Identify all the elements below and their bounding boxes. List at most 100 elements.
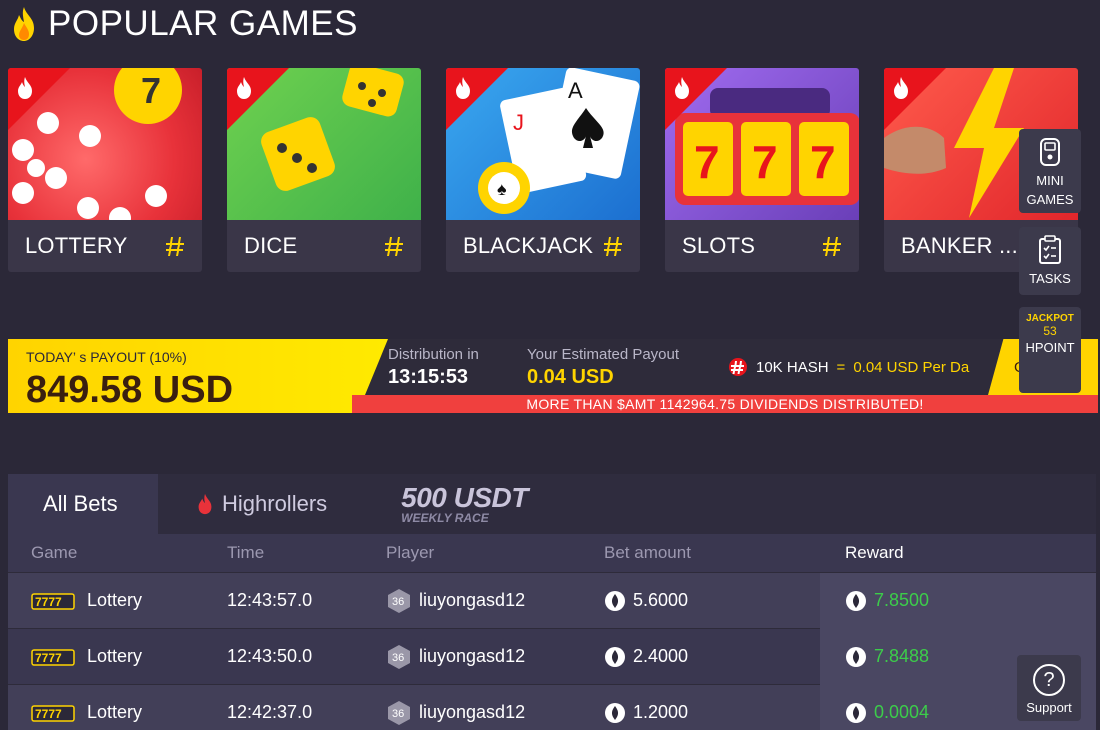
column-header-bet: Bet amount [604, 543, 691, 562]
level-badge-icon: 36 [388, 588, 410, 613]
jackpot-badge: JACKPOT [1026, 313, 1074, 324]
dividends-ribbon: MORE THAN $AMT 1142964.75 DIVIDENDS DIST… [352, 395, 1098, 413]
distribution-countdown: 13:15:53 [388, 366, 469, 388]
game-name: Lottery [87, 590, 143, 610]
coin-icon [605, 646, 625, 667]
lottery-777-icon: 7777 [31, 592, 75, 610]
tab-highrollers[interactable]: Highrollers [158, 474, 327, 534]
bet-amount: 2.4000 [633, 646, 689, 666]
coin-icon [846, 702, 866, 723]
game-label: BLACKJACK [463, 233, 594, 258]
player-name[interactable]: liuyongasd12 [419, 646, 525, 667]
coin-icon [846, 590, 866, 611]
coin-icon [846, 646, 866, 667]
flame-icon [198, 493, 212, 515]
table-body: 7777 Lottery 12:43:57.0 36 liuyongasd12 5.… [8, 572, 1096, 730]
todays-payout-label: TODAY’ s PAYOUT (10%) [26, 349, 187, 365]
level-badge-icon: 36 [388, 700, 410, 725]
race-prize: 500 USDT [401, 482, 528, 513]
player-name[interactable]: liuyongasd12 [419, 702, 525, 723]
hpoint-label: HPOINT [1025, 340, 1075, 355]
game-name: Lottery [87, 702, 143, 722]
table-row[interactable]: 7777 Lottery 12:43:50.0 36 liuyongasd12 2.… [8, 628, 1096, 685]
game-name: Lottery [87, 646, 143, 666]
section-header: POPULAR GAMES [10, 4, 358, 44]
checklist-icon [1039, 235, 1061, 264]
hpoint-button[interactable]: JACKPOT 53 HPOINT [1019, 307, 1081, 393]
reward-value: 0.0004 [874, 702, 930, 722]
svg-text:7: 7 [810, 136, 836, 188]
svg-text:A: A [568, 78, 583, 103]
tab-all-bets[interactable]: All Bets [8, 474, 158, 534]
game-list: 7 LOTTERY DICE J A ♠ BLACKJACK 7 7 7 SLO… [8, 68, 1078, 272]
table-row[interactable]: 7777 Lottery 12:43:57.0 36 liuyongasd12 5.… [8, 572, 1096, 629]
hot-flame-icon [237, 77, 251, 99]
svg-text:7777: 7777 [35, 651, 62, 665]
blackjack-art: J A ♠ [446, 68, 640, 220]
dice-art [227, 68, 421, 220]
tasks-button[interactable]: TASKS [1019, 227, 1081, 295]
hot-flame-icon [894, 77, 908, 99]
mini-games-label-1: MINI [1036, 173, 1064, 188]
lottery-art: 7 [8, 68, 202, 220]
support-label: Support [1026, 700, 1072, 715]
svg-text:7: 7 [752, 136, 778, 188]
hash-badge-icon [823, 237, 841, 256]
table-row[interactable]: 7777 Lottery 12:42:37.0 36 liuyongasd12 1.… [8, 684, 1096, 730]
coin-icon [605, 702, 625, 723]
game-label: BANKER ... [901, 233, 1018, 258]
bet-amount: 5.6000 [633, 590, 689, 610]
game-card-slots[interactable]: 7 7 7 SLOTS [665, 68, 859, 272]
game-label: LOTTERY [25, 233, 128, 258]
column-header-time: Time [227, 543, 265, 562]
svg-text:36: 36 [392, 596, 404, 608]
flame-icon [14, 7, 34, 41]
weekly-race-banner[interactable]: 500 USDT WEEKLY RACE [401, 482, 528, 525]
hash-token-icon [729, 358, 747, 376]
player-name[interactable]: liuyongasd12 [419, 590, 525, 611]
game-card-lottery[interactable]: 7 LOTTERY [8, 68, 202, 272]
bets-panel: All Bets Highrollers 500 USDT WEEKLY RAC… [8, 474, 1096, 730]
slots-art: 7 7 7 [665, 68, 859, 220]
hash-equals: = [836, 358, 846, 376]
level-badge-icon: 36 [388, 644, 410, 669]
column-header-game: Game [31, 543, 78, 562]
hash-value: 0.04 USD Per Da [853, 358, 970, 376]
svg-text:7777: 7777 [35, 707, 62, 721]
estimated-payout-label: Your Estimated Payout [527, 346, 680, 363]
hpoint-count: 53 [1043, 324, 1057, 338]
support-button[interactable]: ? Support [1017, 655, 1081, 721]
svg-text:36: 36 [392, 708, 404, 720]
svg-text:J: J [513, 110, 524, 135]
bet-time: 12:43:50.0 [227, 646, 313, 666]
mini-games-button[interactable]: MINI GAMES [1019, 129, 1081, 213]
bet-time: 12:42:37.0 [227, 702, 313, 722]
game-footer: LOTTERY [8, 220, 202, 272]
question-icon: ? [1033, 664, 1065, 696]
svg-text:♠: ♠ [497, 179, 507, 199]
column-header-player: Player [386, 543, 435, 562]
game-card-dice[interactable]: DICE [227, 68, 421, 272]
reward-value: 7.8500 [874, 590, 930, 610]
bet-time: 12:43:57.0 [227, 590, 313, 610]
lottery-777-icon: 7777 [31, 704, 75, 722]
reward-value: 7.8488 [874, 646, 930, 666]
hash-label: 10K HASH [756, 358, 829, 376]
payout-banner: TODAY’ s PAYOUT (10%) 849.58 USD Distrib… [8, 339, 1098, 413]
distribution-label: Distribution in [388, 346, 479, 363]
svg-text:7: 7 [694, 136, 720, 188]
game-label: DICE [244, 233, 298, 258]
svg-text:7: 7 [141, 70, 161, 111]
game-label: SLOTS [682, 233, 756, 258]
tasks-label: TASKS [1029, 271, 1071, 286]
estimated-payout-value: 0.04 USD [527, 366, 614, 388]
lottery-777-icon: 7777 [31, 648, 75, 666]
todays-payout-amount: 849.58 USD [26, 369, 234, 411]
game-card-blackjack[interactable]: J A ♠ BLACKJACK [446, 68, 640, 272]
svg-text:7777: 7777 [35, 595, 62, 609]
hash-badge-icon [166, 237, 184, 256]
bet-amount: 1.2000 [633, 702, 689, 722]
hot-flame-icon [456, 77, 470, 99]
page-title: POPULAR GAMES [48, 4, 358, 43]
mini-games-label-2: GAMES [1026, 192, 1074, 207]
